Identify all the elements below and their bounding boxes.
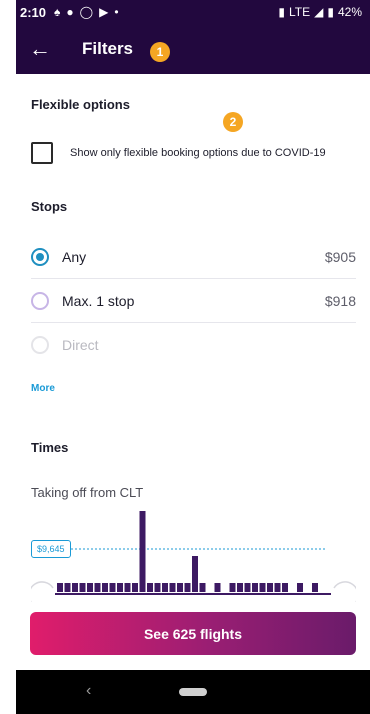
histogram-bar [297,583,303,592]
annotation-badge-2: 2 [223,112,243,132]
histogram-bar [72,583,78,592]
range-handle-right [333,581,356,602]
histogram-bar [132,583,138,592]
histogram-bar [237,583,243,592]
nav-home-pill[interactable] [179,688,207,696]
histogram-bar [267,583,273,592]
stop-option-label: Direct [62,337,99,353]
histogram-bar [102,583,108,592]
histogram-bar [312,583,318,592]
stop-option-any[interactable]: Any $905 [31,235,356,279]
radio-any[interactable] [31,247,49,266]
stop-option-label: Max. 1 stop [62,292,135,309]
histogram-bar [184,583,191,592]
stops-title: Stops [31,199,68,214]
arrow-left-icon: ← [29,36,51,61]
page-title: Filters [82,39,134,58]
system-nav-bar: ‹ [16,670,370,714]
histogram-bar [229,583,236,592]
annotation-badge-1: 1 [150,42,170,62]
dot-icon: • [114,5,119,19]
histogram-bar [274,583,281,592]
histogram-bar [214,583,221,592]
back-button[interactable]: ← [16,24,64,74]
snapchat-icon: ♠ [54,5,61,19]
histogram-bar [57,583,63,592]
times-title: Times [31,440,69,455]
histogram-bar [162,583,168,592]
flexible-checkbox-label: Show only flexible booking options due t… [70,147,326,159]
radio-direct [31,336,49,354]
vibrate-icon: ▮ [278,5,285,19]
histogram-bar [169,583,176,592]
histogram-bar [282,583,288,592]
stop-option-max-1[interactable]: Max. 1 stop $918 [31,279,356,323]
histogram-bar [87,583,93,592]
stop-option-price: $918 [324,292,356,309]
flexible-checkbox-row[interactable]: Show only flexible booking options due t… [31,142,326,164]
network-label: LTE [289,5,311,19]
histogram-bar [64,583,71,592]
histogram-bar [154,583,161,592]
histogram-bar [124,583,131,592]
stop-option-direct: Direct [31,323,356,367]
status-bar: 2:10 ♠ ● ◯ ▶ • ▮ LTE ◢ ▮ 42% [16,0,370,24]
price-marker: $9,645 [31,540,71,558]
stop-option-price: $905 [324,248,356,265]
messenger-icon: ● [66,5,74,19]
times-subtitle: Taking off from CLT [31,485,144,500]
battery-icon: ▮ [327,5,334,19]
flexible-options-title: Flexible options [31,97,130,112]
battery-percent: 42% [337,5,362,19]
see-flights-button[interactable]: See 625 flights [30,612,356,655]
histogram-bar [192,556,198,592]
signal-icon: ◢ [314,5,324,19]
histogram-bars [57,511,318,592]
status-right: ▮ LTE ◢ ▮ 42% [278,5,362,19]
notification-icons: ♠ ● ◯ ▶ • [54,5,119,19]
flexible-checkbox[interactable] [31,142,53,164]
departure-time-histogram [31,511,356,602]
radio-max-1-stop[interactable] [31,291,49,310]
histogram-bar [117,583,123,592]
histogram-bar [147,583,153,592]
youtube-icon: ▶ [99,5,109,19]
histogram-bar [244,583,251,592]
histogram-bar [79,583,86,592]
app-bar: ← Filters [16,24,370,74]
histogram-bar [109,583,116,592]
histogram-bar [177,583,183,592]
histogram-bar [259,583,266,592]
histogram-bar [199,583,206,592]
bag-icon: ◯ [79,5,94,19]
status-time: 2:10 [20,4,47,20]
range-handle-left [31,581,54,602]
stop-option-label: Any [62,248,87,265]
more-link[interactable]: More [31,383,55,394]
histogram-bar [94,583,101,592]
nav-back-icon[interactable]: ‹ [86,682,91,700]
histogram-bar [139,511,146,592]
histogram-bar [252,583,258,592]
